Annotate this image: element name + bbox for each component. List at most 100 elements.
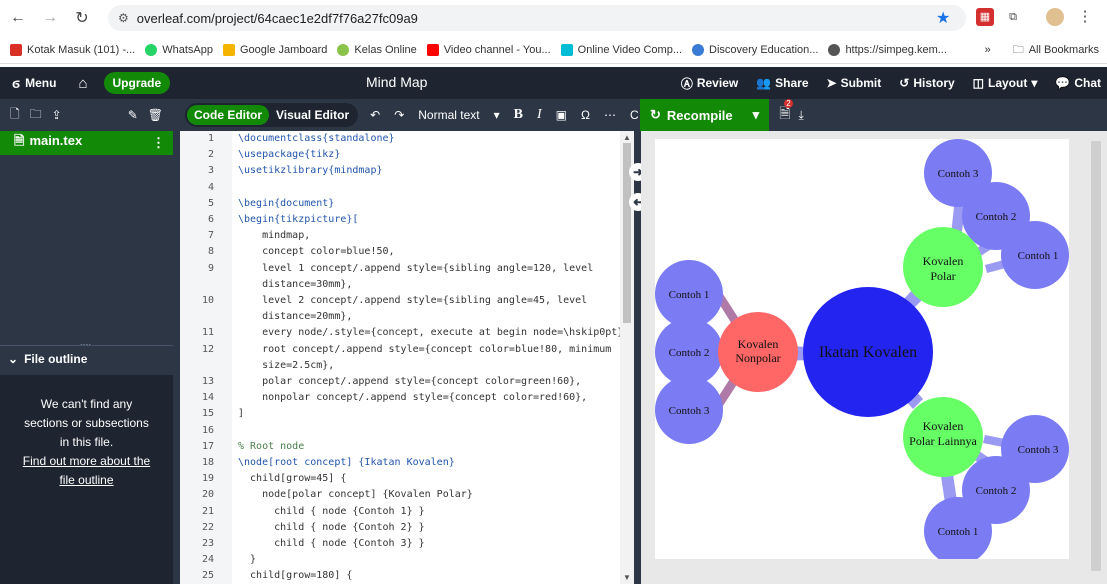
line-number: 8 — [207, 246, 214, 258]
recompile-button[interactable]: ↻ Recompile ▾ — [640, 99, 770, 131]
scroll-up-icon[interactable]: ▲ — [623, 133, 631, 142]
chat-icon: 💬 — [1055, 76, 1071, 90]
folder-icon: 🗀 — [1012, 43, 1024, 56]
logs-icon[interactable]: 🗎 2 — [779, 99, 793, 127]
review-button[interactable]: Ⓐ Review — [681, 75, 738, 92]
code-text: every node/.style={concept, execute at b… — [238, 327, 620, 339]
code-text: \usepackage{tikz} — [238, 149, 341, 161]
pdf-page: Contoh 1 Contoh 2 Contoh 3 Contoh 3 Cont… — [655, 139, 1069, 565]
node-label: Contoh 1 — [938, 526, 979, 538]
extensions-puzzle-icon[interactable]: ⧉ — [1004, 8, 1022, 26]
bookmark-simpeg[interactable]: https://simpeg.kem... — [828, 43, 947, 56]
history-button[interactable]: ↺ History — [899, 76, 954, 90]
code-text: child { node {Contoh 1} } — [238, 505, 425, 517]
new-folder-icon[interactable]: 🗀 — [30, 105, 42, 126]
text-style-select[interactable]: Normal text ▾ — [418, 108, 499, 122]
back-icon[interactable]: ← — [6, 9, 30, 27]
node-label: Contoh 2 — [976, 211, 1017, 223]
bookmark-discovery[interactable]: Discovery Education... — [692, 43, 818, 56]
sidebar-splitter[interactable] — [173, 131, 180, 584]
node-label: Contoh 1 — [1018, 250, 1059, 262]
node-label: Kovalen — [923, 254, 964, 268]
code-editor[interactable]: 1 \documentclass{standalone} 2 \usepackage{… — [180, 131, 620, 584]
site-settings-icon[interactable]: ⚙ — [118, 11, 129, 25]
pdf-preview[interactable]: Contoh 1 Contoh 2 Contoh 3 Contoh 3 Cont… — [641, 131, 1107, 584]
whatsapp-icon — [145, 43, 158, 56]
scroll-down-icon[interactable]: ▼ — [623, 573, 631, 582]
line-number: 14 — [201, 392, 214, 404]
project-title[interactable]: Mind Map — [366, 74, 427, 90]
redo-icon[interactable]: ↷ — [394, 108, 404, 122]
undo-icon[interactable]: ↶ — [370, 108, 380, 122]
bookmark-video-compressor[interactable]: Online Video Comp... — [560, 43, 682, 56]
code-text: nonpolar concept/.append style={concept … — [238, 392, 588, 404]
browser-menu-icon[interactable]: ⋮ — [1076, 8, 1094, 26]
editor-toolbar: 🗋 🗀 ⇪ ✎ 🗑 Code Editor Visual Editor ↶ ↷ … — [0, 99, 1107, 131]
delete-icon[interactable]: 🗑 — [148, 108, 163, 122]
chat-button[interactable]: 💬 Chat — [1055, 76, 1101, 90]
home-icon[interactable]: ⌂ — [78, 75, 87, 92]
code-text: } — [238, 554, 257, 566]
reload-icon[interactable]: ↻ — [70, 8, 94, 28]
bookmark-star-icon[interactable]: ★ — [936, 8, 950, 28]
menu-button[interactable]: ϭ Menu — [12, 75, 56, 91]
line-number: 11 — [201, 327, 214, 339]
node-label: Nonpolar — [735, 351, 780, 365]
code-text: child[grow=180] { — [238, 570, 353, 582]
node-label: Contoh 3 — [669, 405, 710, 417]
code-editor-button[interactable]: Code Editor — [187, 105, 269, 125]
node-label: Contoh 2 — [976, 485, 1017, 497]
file-icon: 🗎 — [14, 133, 25, 148]
web-icon — [828, 43, 841, 56]
editor-pdf-splitter[interactable]: ➜ ➜ — [629, 131, 647, 584]
layout-button[interactable]: ◫ Layout ▾ — [973, 76, 1038, 90]
layout-icon: ◫ — [972, 76, 984, 90]
file-outline-header[interactable]: ⌄ File outline — [0, 345, 173, 371]
italic-icon[interactable]: I — [537, 107, 542, 123]
code-text: \begin{tikzpicture}[ — [238, 214, 359, 225]
profile-avatar[interactable] — [1046, 8, 1064, 26]
share-button[interactable]: 👥 Share — [756, 76, 808, 90]
forward-icon[interactable]: → — [38, 9, 62, 27]
bookmark-jamboard[interactable]: Google Jamboard — [222, 43, 327, 56]
line-number: 3 — [207, 165, 214, 177]
insert-figure-icon[interactable]: ▣ — [556, 108, 567, 122]
insert-symbol-icon[interactable]: Ω — [581, 108, 590, 122]
address-bar[interactable]: ⚙ overleaf.com/project/64caec1e2df7f76a2… — [108, 5, 966, 31]
visual-editor-button[interactable]: Visual Editor — [269, 105, 356, 125]
line-number: 7 — [207, 230, 214, 242]
submit-icon: ➤ — [826, 76, 837, 90]
bookmark-whatsapp[interactable]: WhatsApp — [145, 43, 213, 56]
bookmarks-overflow[interactable]: » — [985, 44, 991, 56]
editor-mode-toggle: Code Editor Visual Editor — [185, 103, 359, 127]
node-label: Contoh 3 — [1018, 444, 1059, 456]
file-main-tex[interactable]: 🗎 main.tex ⋮ — [0, 131, 173, 155]
all-bookmarks[interactable]: All Bookmarks — [1029, 44, 1099, 56]
bookmark-kelas-online[interactable]: Kelas Online — [337, 43, 417, 56]
code-text: polar concept/.append style={concept col… — [238, 376, 582, 387]
chevron-down-icon: ⌄ — [8, 351, 19, 366]
globe-icon — [692, 43, 704, 56]
new-file-icon[interactable]: 🗋 — [10, 105, 20, 126]
bookmark-gmail[interactable]: Kotak Masuk (101) -... — [10, 43, 135, 56]
outline-help-link[interactable]: file outline — [59, 473, 113, 487]
upload-icon[interactable]: ⇪ — [52, 108, 62, 122]
upgrade-button[interactable]: Upgrade — [103, 72, 171, 94]
line-number: 10 — [201, 295, 214, 306]
code-text: level 1 concept/.append style={sibling a… — [238, 262, 594, 274]
file-menu-icon[interactable]: ⋮ — [152, 135, 165, 151]
outline-help-link[interactable]: Find out more about the — [23, 454, 150, 468]
overflow-icon[interactable]: C — [630, 108, 639, 122]
code-text: root concept/.append style={concept colo… — [238, 343, 612, 355]
download-pdf-icon[interactable]: ⤓ — [798, 108, 803, 123]
node-label: Kovalen — [923, 419, 964, 433]
rename-icon[interactable]: ✎ — [128, 108, 138, 122]
share-people-icon: 👥 — [756, 76, 772, 90]
bold-icon[interactable]: B — [514, 107, 523, 123]
bookmark-youtube[interactable]: Video channel - You... — [426, 43, 551, 56]
submit-button[interactable]: ➤ Submit — [827, 76, 882, 90]
pdf-scrollbar[interactable] — [1091, 141, 1101, 571]
extension-icon[interactable]: ▦ — [976, 8, 994, 26]
line-number: 19 — [201, 473, 214, 485]
more-icon[interactable]: ⋯ — [604, 108, 616, 122]
